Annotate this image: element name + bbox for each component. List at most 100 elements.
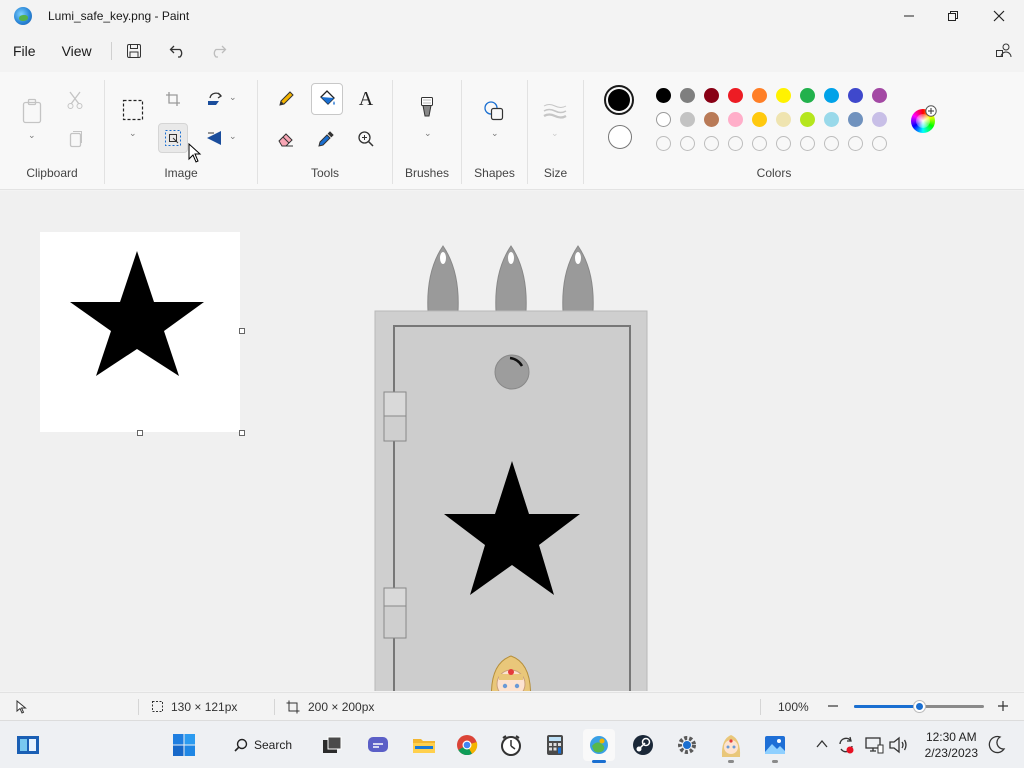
secondary-color-swatch[interactable] bbox=[608, 125, 632, 149]
color-swatch[interactable] bbox=[848, 112, 863, 127]
size-button[interactable] bbox=[540, 96, 570, 126]
color-swatch[interactable] bbox=[656, 88, 671, 103]
window-title: Lumi_safe_key.png - Paint bbox=[48, 9, 190, 23]
eraser-button[interactable] bbox=[271, 124, 301, 154]
edit-colors-button[interactable] bbox=[911, 105, 937, 133]
color-swatch[interactable] bbox=[848, 88, 863, 103]
color-swatch[interactable] bbox=[824, 112, 839, 127]
drawing-canvas[interactable] bbox=[40, 232, 240, 432]
crop-button[interactable] bbox=[158, 84, 188, 114]
start-button[interactable] bbox=[168, 729, 200, 761]
select-chevron-icon[interactable]: ⌄ bbox=[129, 128, 137, 139]
task-view-button[interactable] bbox=[316, 729, 348, 761]
color-swatch[interactable] bbox=[872, 88, 887, 103]
system-clock[interactable]: 12:30 AM 2/23/2023 bbox=[925, 729, 978, 761]
color-swatch[interactable] bbox=[656, 112, 671, 127]
menu-view[interactable]: View bbox=[49, 43, 105, 59]
color-swatch[interactable] bbox=[680, 88, 695, 103]
account-button[interactable] bbox=[988, 37, 1020, 65]
focus-moon-icon[interactable] bbox=[988, 735, 1006, 755]
select-button[interactable] bbox=[117, 94, 149, 126]
shapes-button[interactable] bbox=[479, 96, 509, 126]
file-explorer-button[interactable] bbox=[408, 729, 440, 761]
save-button[interactable] bbox=[118, 37, 150, 65]
color-swatch[interactable] bbox=[872, 112, 887, 127]
custom-color-slot[interactable] bbox=[752, 136, 767, 151]
custom-color-slot[interactable] bbox=[824, 136, 839, 151]
primary-color-well[interactable] bbox=[604, 85, 634, 115]
color-picker-button[interactable] bbox=[311, 124, 341, 154]
color-swatch[interactable] bbox=[728, 88, 743, 103]
rotate-chevron-icon[interactable]: ⌄ bbox=[229, 92, 237, 103]
paste-button[interactable] bbox=[17, 94, 47, 128]
color-swatch[interactable] bbox=[800, 88, 815, 103]
custom-color-slot[interactable] bbox=[872, 136, 887, 151]
widgets-button[interactable] bbox=[12, 729, 44, 761]
custom-color-slot[interactable] bbox=[848, 136, 863, 151]
color-swatch[interactable] bbox=[776, 112, 791, 127]
menu-file[interactable]: File bbox=[0, 43, 49, 59]
redo-button[interactable] bbox=[202, 37, 234, 65]
teams-button[interactable] bbox=[362, 729, 394, 761]
taskbar-search[interactable]: Search bbox=[228, 729, 298, 761]
resize-button[interactable] bbox=[158, 123, 188, 153]
color-swatch[interactable] bbox=[776, 88, 791, 103]
lumi-app-button[interactable] bbox=[715, 729, 747, 763]
custom-color-slot[interactable] bbox=[656, 136, 671, 151]
color-swatch[interactable] bbox=[704, 88, 719, 103]
color-swatch[interactable] bbox=[800, 112, 815, 127]
flip-button[interactable] bbox=[200, 123, 230, 153]
flip-chevron-icon[interactable]: ⌄ bbox=[229, 131, 237, 142]
minimize-button[interactable] bbox=[886, 0, 932, 32]
chevron-up-icon[interactable] bbox=[816, 739, 828, 749]
text-button[interactable]: A bbox=[351, 84, 381, 114]
rotate-button[interactable] bbox=[200, 84, 230, 114]
close-button[interactable] bbox=[976, 0, 1022, 32]
network-icon[interactable] bbox=[864, 735, 884, 755]
paint-taskbar-button[interactable] bbox=[583, 729, 615, 763]
steam-button[interactable] bbox=[627, 729, 659, 761]
color-swatch[interactable] bbox=[752, 88, 767, 103]
copy-icon bbox=[69, 131, 82, 148]
shapes-chevron-icon[interactable]: ⌄ bbox=[491, 128, 499, 139]
brushes-chevron-icon[interactable]: ⌄ bbox=[424, 128, 432, 139]
custom-color-slot[interactable] bbox=[704, 136, 719, 151]
color-swatch[interactable] bbox=[704, 112, 719, 127]
zoom-slider[interactable] bbox=[854, 700, 984, 713]
clock-app-button[interactable] bbox=[495, 729, 527, 761]
chrome-button[interactable] bbox=[451, 729, 483, 761]
resize-handle-bottom[interactable] bbox=[137, 430, 143, 436]
sync-icon[interactable] bbox=[836, 735, 856, 755]
resize-handle-corner[interactable] bbox=[239, 430, 245, 436]
color-swatch[interactable] bbox=[680, 112, 695, 127]
custom-color-slot[interactable] bbox=[728, 136, 743, 151]
paint-app-icon bbox=[14, 7, 32, 25]
resize-handle-right[interactable] bbox=[239, 328, 245, 334]
paste-chevron-icon[interactable]: ⌄ bbox=[28, 130, 36, 141]
color-swatch[interactable] bbox=[824, 88, 839, 103]
custom-color-slot[interactable] bbox=[776, 136, 791, 151]
copy-button[interactable] bbox=[60, 124, 90, 154]
clock-icon bbox=[501, 735, 521, 756]
zoom-slider-thumb[interactable] bbox=[913, 700, 926, 713]
zoom-out-icon[interactable] bbox=[826, 699, 840, 713]
maximize-button[interactable] bbox=[930, 0, 976, 32]
color-swatch[interactable] bbox=[728, 112, 743, 127]
brushes-button[interactable] bbox=[412, 94, 442, 124]
pencil-button[interactable] bbox=[271, 84, 301, 114]
calculator-button[interactable] bbox=[539, 729, 571, 761]
zoom-level[interactable]: 100% bbox=[778, 700, 809, 714]
size-chevron-icon[interactable]: ⌄ bbox=[551, 128, 559, 139]
custom-color-slot[interactable] bbox=[800, 136, 815, 151]
custom-color-slot[interactable] bbox=[680, 136, 695, 151]
search-icon bbox=[234, 738, 248, 752]
magnifier-button[interactable] bbox=[351, 124, 381, 154]
zoom-in-icon[interactable] bbox=[996, 699, 1010, 713]
fill-button[interactable] bbox=[311, 83, 343, 115]
volume-icon[interactable] bbox=[888, 735, 908, 755]
settings-button[interactable] bbox=[671, 729, 703, 761]
undo-button[interactable] bbox=[162, 37, 194, 65]
photos-button[interactable] bbox=[759, 729, 791, 763]
color-swatch[interactable] bbox=[752, 112, 767, 127]
cut-button[interactable] bbox=[60, 85, 90, 115]
